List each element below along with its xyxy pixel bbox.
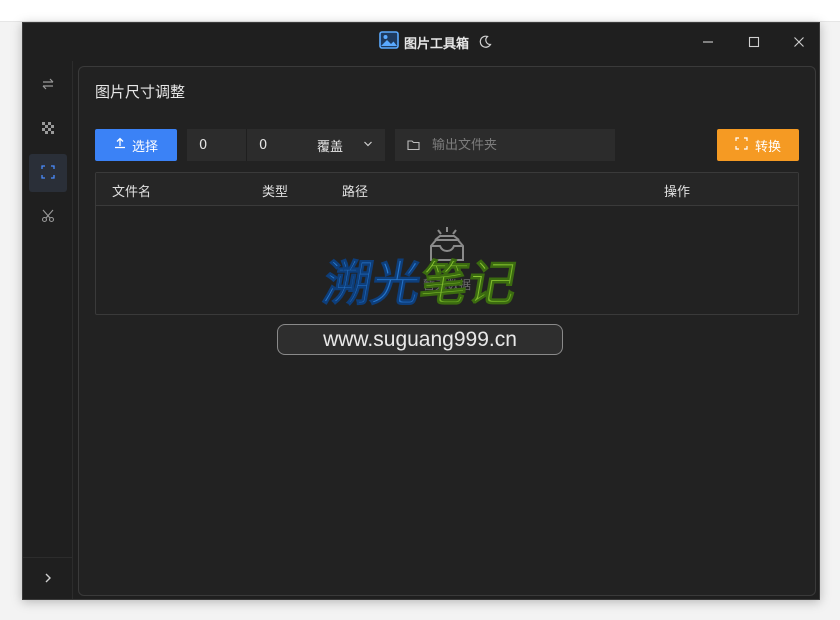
toolbar: 选择 覆盖 — [95, 129, 799, 161]
close-button[interactable] — [784, 29, 814, 55]
convert-button-label: 转换 — [754, 139, 781, 155]
minimize-icon — [702, 33, 714, 52]
width-input[interactable] — [187, 129, 246, 161]
title-group: 图片工具箱 — [379, 31, 492, 53]
mode-select-value: 覆盖 — [317, 139, 344, 155]
table-header: 文件名 类型 路径 操作 — [96, 173, 798, 206]
close-icon — [793, 33, 805, 52]
minimize-button[interactable] — [693, 29, 723, 55]
column-header-actions: 操作 — [664, 185, 691, 200]
column-header-type: 类型 — [262, 185, 289, 200]
sidebar-item-crop[interactable] — [29, 198, 67, 236]
moon-icon[interactable] — [478, 35, 492, 49]
window-title: 图片工具箱 — [404, 36, 470, 52]
height-input[interactable] — [246, 129, 305, 161]
background-window-strip — [0, 0, 840, 22]
image-icon — [379, 31, 399, 53]
title-bar: 图片工具箱 — [23, 23, 819, 61]
svg-text:记: 记 — [463, 256, 521, 312]
output-folder-input[interactable] — [432, 137, 592, 153]
scissors-icon — [41, 208, 55, 227]
output-folder-field[interactable] — [395, 129, 615, 161]
sidebar-item-mosaic[interactable] — [29, 110, 67, 148]
select-button-label: 选择 — [131, 139, 158, 155]
sidebar-item-resize[interactable] — [29, 154, 67, 192]
resize-icon — [41, 164, 55, 183]
convert-button[interactable]: 转换 — [717, 129, 799, 161]
maximize-icon — [748, 33, 760, 52]
maximize-button[interactable] — [739, 29, 769, 55]
watermark-url: www.suguang999.cn — [277, 324, 563, 355]
folder-icon — [407, 136, 420, 155]
column-header-path: 路径 — [342, 185, 369, 200]
page-title: 图片尺寸调整 — [95, 83, 186, 101]
checker-icon — [41, 120, 55, 139]
resize-icon — [735, 136, 748, 154]
select-button[interactable]: 选择 — [95, 129, 177, 161]
sidebar — [23, 61, 73, 599]
upload-icon — [114, 137, 126, 153]
watermark-logo: 溯 光 笔 记 — [318, 252, 528, 313]
swap-arrows-icon — [41, 76, 55, 95]
sidebar-expand-button[interactable] — [23, 557, 73, 599]
chevron-right-icon — [42, 569, 54, 588]
sidebar-item-convert[interactable] — [29, 66, 67, 104]
column-header-filename: 文件名 — [112, 185, 152, 200]
chevron-down-icon — [363, 138, 373, 153]
mode-select[interactable]: 覆盖 — [305, 129, 385, 161]
